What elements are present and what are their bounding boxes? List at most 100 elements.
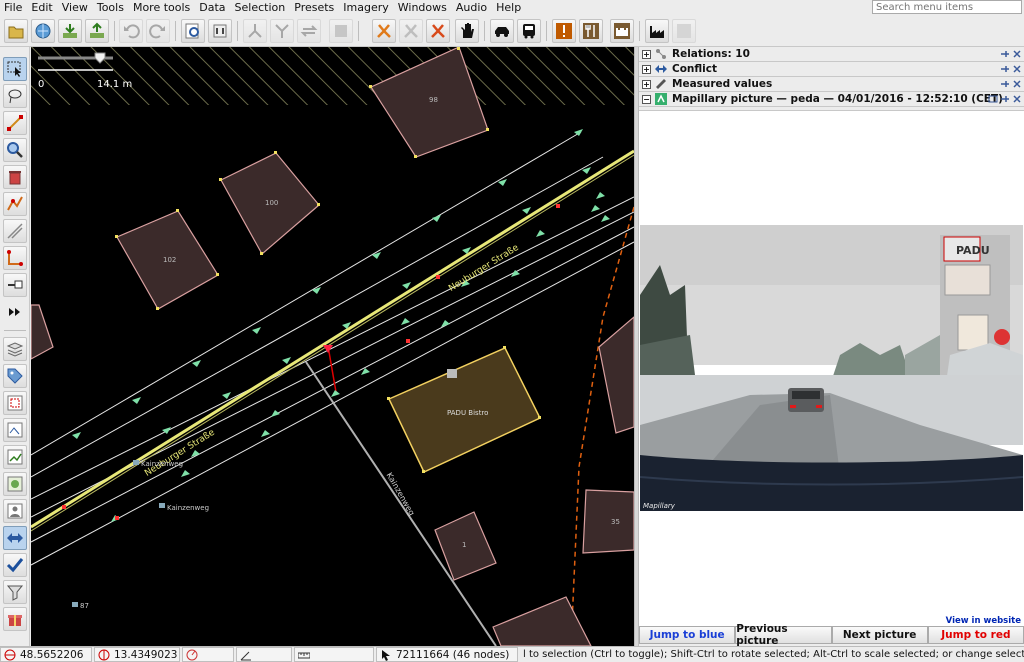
split-icon (248, 24, 262, 38)
author-list-button[interactable] (3, 499, 27, 523)
filter-button[interactable] (3, 580, 27, 604)
heading-field (182, 647, 234, 662)
close-icon[interactable] (1012, 79, 1022, 89)
upload-button[interactable] (58, 19, 82, 43)
scale-label-left: 0 (38, 79, 45, 90)
layers-toggle-button[interactable] (3, 337, 27, 361)
menu-more-tools[interactable]: More tools (133, 1, 190, 14)
road-lines (31, 131, 634, 566)
menu-imagery[interactable]: Imagery (343, 1, 388, 14)
selection-list-button[interactable] (3, 391, 27, 415)
street-photo[interactable]: PADU Mapillary (640, 225, 1023, 511)
validator-toggle-button[interactable] (3, 553, 27, 577)
castle-preset-button[interactable] (610, 19, 634, 43)
conflict-panel-header[interactable]: + Conflict (639, 62, 1024, 77)
menu-help[interactable]: Help (496, 1, 521, 14)
reverse-way-button[interactable] (297, 19, 321, 43)
save-button[interactable] (85, 19, 109, 43)
main-road-highlight (31, 149, 634, 529)
select-tool-button[interactable] (3, 57, 27, 81)
draw-tool-button[interactable] (3, 111, 27, 135)
collapse-icon[interactable]: − (642, 94, 651, 104)
select-node-tool-button[interactable] (3, 273, 27, 297)
mapillary-panel-header[interactable]: − Mapillary picture — peda — 04/01/2016 … (639, 92, 1024, 107)
download-button[interactable] (31, 19, 55, 43)
main-toolbar (0, 15, 1024, 47)
history-button[interactable] (3, 445, 27, 469)
undo-button[interactable] (119, 19, 143, 43)
tool-gray-button[interactable] (399, 19, 423, 43)
jump-to-red-button[interactable]: Jump to red (927, 626, 1024, 644)
preferences-button[interactable] (208, 19, 232, 43)
pin-icon[interactable] (1000, 79, 1010, 89)
menu-windows[interactable]: Windows (398, 1, 447, 14)
restaurant-preset-button[interactable] (579, 19, 603, 43)
close-icon[interactable] (1012, 49, 1022, 59)
parallel-tool-button[interactable] (3, 219, 27, 243)
open-file-button[interactable] (4, 19, 28, 43)
expand-icon[interactable]: + (642, 79, 651, 89)
bus-icon (523, 24, 535, 39)
tool-orange-button[interactable] (372, 19, 396, 43)
blank-preset-button[interactable] (672, 19, 696, 43)
tag-icon (7, 368, 23, 384)
building-label-1: 1 (462, 541, 466, 549)
node-list-button[interactable] (3, 418, 27, 442)
menu-view[interactable]: View (62, 1, 88, 14)
previous-picture-button[interactable]: Previous picture (735, 623, 832, 647)
lasso-tool-button[interactable] (3, 84, 27, 108)
jump-to-blue-button[interactable]: Jump to blue (639, 626, 736, 644)
plugin-button[interactable] (3, 607, 27, 631)
measured-panel-header[interactable]: + Measured values (639, 77, 1024, 92)
expand-icon[interactable]: + (642, 49, 651, 59)
car-preset-button[interactable] (490, 19, 514, 43)
improve-way-tool-button[interactable] (3, 192, 27, 216)
pin-icon[interactable] (1000, 49, 1010, 59)
latitude-field: 48.5652206 (0, 647, 92, 662)
street-label-neuburger-1: Neuburger Straße (447, 243, 521, 294)
hand-tool-button[interactable] (455, 19, 479, 43)
filter-funnel-icon (6, 585, 24, 601)
longitude-icon (98, 649, 110, 661)
menu-file[interactable]: File (4, 1, 22, 14)
zoom-tool-button[interactable] (3, 138, 27, 162)
menu-search-input[interactable] (872, 0, 1022, 14)
industrial-preset-button[interactable] (645, 19, 669, 43)
conflict-toggle-button[interactable] (3, 526, 27, 550)
map-view[interactable]: 98 100 102 PADU Bistro 35 1 Neuburger St… (31, 47, 634, 646)
zoom-to-data-button[interactable] (181, 19, 205, 43)
redo-button[interactable] (146, 19, 170, 43)
validation-button[interactable] (552, 19, 576, 43)
close-icon[interactable] (1012, 94, 1022, 104)
next-picture-button[interactable]: Next picture (831, 626, 928, 644)
pointer-icon (380, 649, 392, 661)
changeset-button[interactable] (3, 472, 27, 496)
pin-icon[interactable] (1000, 94, 1010, 104)
menu-edit[interactable]: Edit (31, 1, 52, 14)
expand-toolbox-button[interactable] (3, 300, 27, 324)
undo-icon (124, 24, 140, 39)
split-way-button[interactable] (243, 19, 267, 43)
extrude-tool-button[interactable] (3, 246, 27, 270)
ruler-icon (654, 78, 667, 90)
expand-icon[interactable]: + (642, 64, 651, 74)
menu-audio[interactable]: Audio (456, 1, 487, 14)
menu-data[interactable]: Data (199, 1, 225, 14)
menu-selection[interactable]: Selection (235, 1, 286, 14)
menu-tools[interactable]: Tools (97, 1, 124, 14)
menu-presets[interactable]: Presets (294, 1, 334, 14)
relations-panel-header[interactable]: + Relations: 10 (639, 47, 1024, 62)
bus-preset-button[interactable] (517, 19, 541, 43)
checkmark-icon (6, 558, 24, 573)
author-icon (7, 503, 23, 519)
close-icon[interactable] (1012, 64, 1022, 74)
delete-square-icon (335, 25, 347, 37)
delete-button[interactable] (329, 19, 353, 43)
view-in-website-link[interactable]: View in website (946, 616, 1021, 626)
pin-icon[interactable] (1000, 64, 1010, 74)
tool-red-button[interactable] (426, 19, 450, 43)
settings-icon[interactable] (988, 94, 998, 104)
combine-way-button[interactable] (270, 19, 294, 43)
delete-tool-button[interactable] (3, 165, 27, 189)
tags-toggle-button[interactable] (3, 364, 27, 388)
